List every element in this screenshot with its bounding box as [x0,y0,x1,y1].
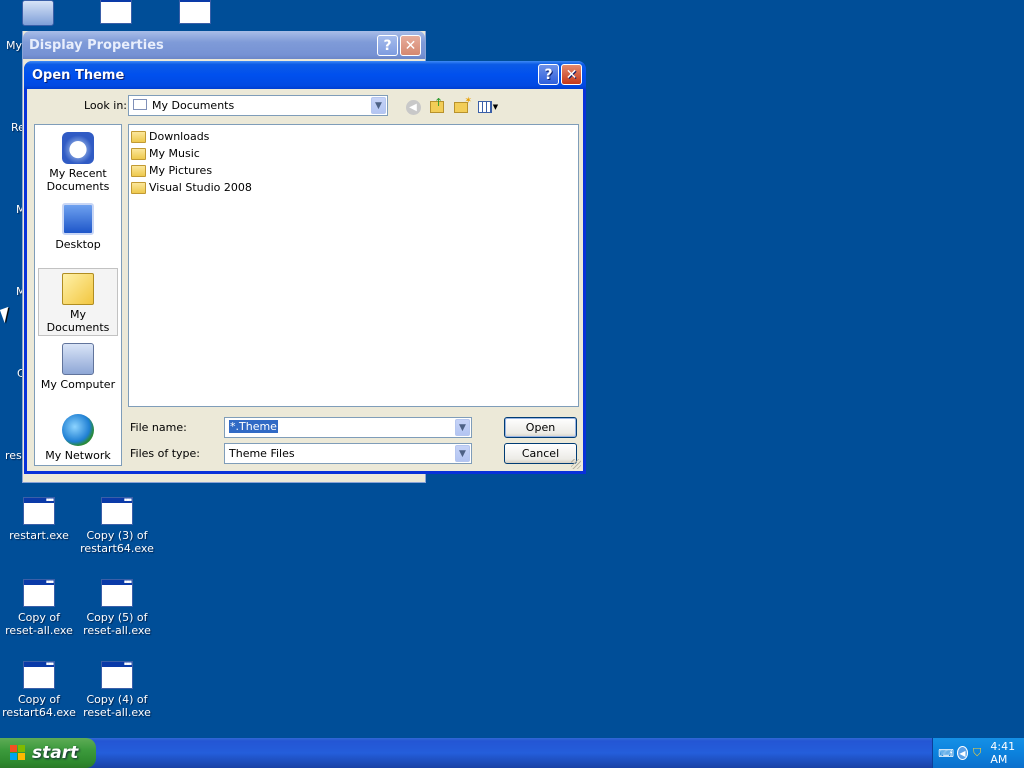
dialog-title: Open Theme [32,68,125,83]
up-folder-button[interactable]: ↑ [427,96,447,117]
place-my-computer[interactable]: My Computer [38,339,118,407]
file-name: Visual Studio 2008 [149,181,252,194]
start-button[interactable]: start [0,738,96,768]
desktop-icon-label: Copy of reset-all.exe [5,611,73,637]
file-type-value: Theme Files [229,447,295,460]
list-item-folder[interactable]: Downloads [131,128,576,145]
new-folder-icon: ✶ [454,96,472,113]
my-computer-icon [62,343,94,375]
chevron-down-icon: ▼ [492,103,499,111]
taskbar: start ⌨ ◀ ⛉ 4:41 AM [0,738,1024,768]
exe-icon [23,494,55,525]
windows-logo-icon [10,745,26,761]
file-list[interactable]: Downloads My Music My Pictures Visual St… [128,124,579,407]
desktop-icon-exe-top-2[interactable] [157,0,233,28]
desktop-icon-label: restart.exe [9,529,69,542]
back-button[interactable]: ◀ [403,97,423,117]
back-arrow-icon: ◀ [405,99,421,115]
desktop-icon-label: Copy (5) of reset-all.exe [83,611,151,637]
desktop-icon-copy4-reset-all[interactable]: Copy (4) of reset-all.exe [79,658,155,719]
help-button[interactable]: ? [377,35,398,56]
place-desktop[interactable]: Desktop [38,199,118,267]
folder-icon [131,181,146,194]
dialog-titlebar[interactable]: Open Theme ? ✕ [24,61,586,89]
resize-grip[interactable] [571,459,581,469]
list-item-folder[interactable]: My Music [131,145,576,162]
place-my-documents[interactable]: My Documents [38,268,118,336]
start-label: start [32,743,79,763]
look-in-value: My Documents [152,99,235,112]
exe-icon [101,658,133,689]
exe-icon [101,576,133,607]
chevron-down-icon[interactable]: ▼ [455,419,470,436]
look-in-dropdown[interactable]: My Documents ▼ [128,95,388,116]
security-shield-icon[interactable]: ⛉ [972,746,982,760]
documents-icon [133,99,147,110]
desktop-edge-label: My [6,39,23,52]
my-network-icon [62,414,94,446]
desktop-icon [62,203,94,235]
desktop-icon-copy5-reset-all[interactable]: Copy (5) of reset-all.exe [79,576,155,637]
desktop-icon-my-computer[interactable] [0,0,76,26]
file-name: My Pictures [149,164,213,177]
place-label: My Documents [46,308,110,334]
exe-icon [23,658,55,689]
exe-icon [100,0,132,24]
music-folder-icon [131,147,146,160]
list-item-folder[interactable]: Visual Studio 2008 [131,179,576,196]
file-name: My Music [149,147,200,160]
new-folder-button[interactable]: ✶ [451,96,472,117]
file-type-select[interactable]: Theme Files ▼ [224,443,472,464]
exe-icon [23,576,55,607]
desktop-icon-label: Copy of restart64.exe [2,693,76,719]
desktop-icon-restart[interactable]: restart.exe [1,494,77,542]
place-my-network[interactable]: My Network [38,410,118,478]
place-recent-documents[interactable]: My Recent Documents [38,128,118,196]
file-name-label: File name: [130,421,187,434]
system-tray: ⌨ ◀ ⛉ 4:41 AM [932,738,1024,768]
place-label: My Network [45,449,111,462]
open-button[interactable]: Open [504,417,577,438]
desktop-icon-copy-restart64[interactable]: Copy of restart64.exe [1,658,77,719]
folder-icon [131,130,146,143]
desktop-icon-copy-reset-all[interactable]: Copy of reset-all.exe [1,576,77,637]
list-item-folder[interactable]: My Pictures [131,162,576,179]
look-in-label: Look in: [84,99,127,112]
recent-documents-icon [62,132,94,164]
computer-icon [22,0,54,26]
open-theme-dialog[interactable]: Open Theme ? ✕ Look in: My Documents ▼ ◀… [24,61,586,474]
file-name: Downloads [149,130,210,143]
up-folder-icon: ↑ [430,96,444,113]
show-hidden-icons-button[interactable]: ◀ [957,746,968,760]
close-button[interactable]: ✕ [561,64,582,85]
my-documents-icon [62,273,94,305]
chevron-down-icon[interactable]: ▼ [371,97,386,114]
desktop-icon-copy3-restart64[interactable]: Copy (3) of restart64.exe [79,494,155,555]
desktop-icon-exe-top-1[interactable] [78,0,154,28]
exe-icon [179,0,211,24]
desktop-icon-label: Copy (3) of restart64.exe [80,529,154,555]
help-button[interactable]: ? [538,64,559,85]
view-menu-button[interactable]: ▼ [475,97,501,117]
desktop-icon-label: Copy (4) of reset-all.exe [83,693,151,719]
cancel-button[interactable]: Cancel [504,443,577,464]
close-button[interactable]: ✕ [400,35,421,56]
place-label: My Computer [40,378,116,391]
file-name-combo[interactable]: *.Theme ▼ [224,417,472,438]
places-bar: My Recent Documents Desktop My Documents… [34,124,122,466]
clock[interactable]: 4:41 AM [990,740,1024,766]
file-type-label: Files of type: [130,447,201,460]
place-label: Desktop [55,238,101,251]
pictures-folder-icon [131,164,146,177]
window-title: Display Properties [29,38,164,53]
exe-icon [101,494,133,525]
display-properties-titlebar[interactable]: Display Properties ? ✕ [23,31,425,59]
file-name-input[interactable]: *.Theme [229,420,278,433]
chevron-down-icon[interactable]: ▼ [455,445,470,462]
mouse-cursor-icon [0,306,14,324]
view-menu-icon [477,101,492,113]
place-label: My Recent Documents [46,167,110,193]
keyboard-icon[interactable]: ⌨ [938,746,954,760]
